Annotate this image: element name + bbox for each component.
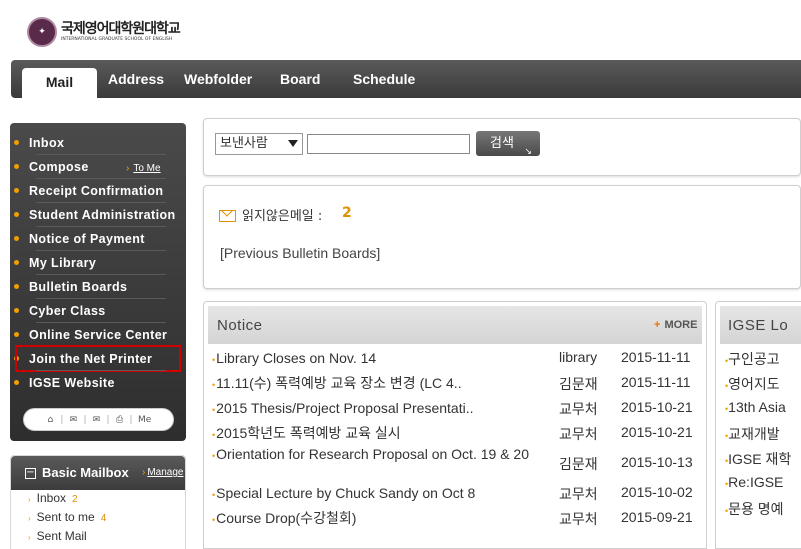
list-item[interactable]: •Re:IGSE <box>725 474 783 490</box>
me-button[interactable]: Me <box>137 415 153 425</box>
tab-schedule[interactable]: Schedule <box>353 68 415 98</box>
search-button[interactable]: 검색 ↘ <box>476 131 540 157</box>
notice-title-link[interactable]: •2015학년도 폭력예방 교육 실시 <box>212 424 552 444</box>
sidebar-item-cyber-class[interactable]: Cyber Class <box>14 301 174 321</box>
bullet-icon <box>14 212 19 218</box>
notice-title-link[interactable]: •11.11(수) 폭력예방 교육 장소 변경 (LC 4.. <box>212 374 552 394</box>
tab-mail[interactable]: Mail <box>22 68 97 98</box>
search-input[interactable] <box>307 134 470 154</box>
list-item[interactable]: •교재개발 <box>725 424 780 444</box>
logo-korean-name: 국제영어대학원대학교 <box>61 21 181 37</box>
arrow-right-icon: › <box>126 163 130 174</box>
search-panel: 보낸사람 검색 ↘ <box>203 118 801 176</box>
unread-count[interactable]: 2 <box>342 205 352 221</box>
bullet-icon <box>14 260 19 266</box>
mailbox-item-sent-to-me[interactable]: › Sent to me 4 <box>28 510 106 524</box>
more-link[interactable]: + MORE <box>654 319 697 331</box>
plus-icon: + <box>654 319 661 331</box>
unread-label: 읽지않은메일 : <box>242 209 323 224</box>
sidebar-item-student-administration[interactable]: Student Administration <box>14 205 175 225</box>
to-me-link[interactable]: › To Me <box>126 163 161 175</box>
sidebar-item-bulletin-boards[interactable]: Bulletin Boards <box>14 277 174 297</box>
sidebar-item-notice-of-payment[interactable]: Notice of Payment <box>14 229 174 249</box>
igse-panel-title: IGSE Lo <box>728 317 789 334</box>
top-navigation: Mail Address Webfolder Board Schedule <box>11 60 801 98</box>
notice-title-link[interactable]: •2015 Thesis/Project Proposal Presentati… <box>212 399 552 419</box>
notice-title-link[interactable]: •Library Closes on Nov. 14 <box>212 349 552 369</box>
list-item[interactable]: •문용 명예 <box>725 499 784 519</box>
bullet-icon: › <box>28 533 31 542</box>
bullet-icon <box>14 332 19 338</box>
bullet-icon <box>14 284 19 290</box>
basic-mailbox: − Basic Mailbox › Manage › Inbox 2 › Sent to… <box>10 455 186 549</box>
igse-logo[interactable]: ✦ 국제영어대학원대학교 INTERNATIONAL GRADUATE SCHO… <box>27 12 181 52</box>
sidebar-item-receipt-confirmation[interactable]: Receipt Confirmation <box>14 181 174 201</box>
mailbox-item-sent-mail[interactable]: › Sent Mail <box>28 529 87 543</box>
home-icon[interactable]: ⌂ <box>44 415 56 425</box>
mail-icon[interactable]: ✉ <box>67 415 79 425</box>
envelope-icon <box>219 210 236 222</box>
sidebar-item-igse-website[interactable]: IGSE Website <box>14 373 174 393</box>
university-seal-icon: ✦ <box>27 17 57 47</box>
igse-panel: IGSE Lo •구인공고 •영어지도 •13th Asia •교재개발 •IG… <box>715 301 801 549</box>
list-item[interactable]: •구인공고 <box>725 349 780 369</box>
search-field-select[interactable]: 보낸사람 <box>215 133 303 155</box>
list-item[interactable]: •영어지도 <box>725 374 780 394</box>
logo-english-name: INTERNATIONAL GRADUATE SCHOOL OF ENGLISH <box>61 37 173 42</box>
notice-title-link[interactable]: •Orientation for Research Proposal on Oc… <box>204 445 544 465</box>
bullet-icon: › <box>28 495 31 504</box>
bullet-icon <box>14 308 19 314</box>
mailbox-title: Basic Mailbox <box>42 465 129 480</box>
chevron-down-icon <box>288 140 298 147</box>
collapse-icon[interactable]: − <box>25 468 36 479</box>
tab-board[interactable]: Board <box>280 68 320 98</box>
mail-open-icon[interactable]: ✉ <box>91 415 103 425</box>
notice-title-link[interactable]: •Course Drop(수강철회) <box>212 509 552 529</box>
manage-link[interactable]: › Manage <box>142 467 183 478</box>
print-icon[interactable]: ⎙ <box>114 415 126 425</box>
highlight-box <box>15 345 181 372</box>
arrow-down-right-icon: ↘ <box>524 147 532 157</box>
notice-title-link[interactable]: •Special Lecture by Chuck Sandy on Oct 8 <box>212 484 552 504</box>
tab-webfolder[interactable]: Webfolder <box>184 68 252 98</box>
sidebar-item-inbox[interactable]: Inbox <box>14 133 174 153</box>
bullet-icon <box>14 164 19 170</box>
sidebar-item-online-service-center[interactable]: Online Service Center <box>14 325 174 345</box>
bullet-icon <box>14 140 19 146</box>
list-item[interactable]: •13th Asia <box>725 399 786 415</box>
notice-panel: Notice + MORE •Library Closes on Nov. 14 … <box>203 301 707 549</box>
tab-address[interactable]: Address <box>108 68 164 98</box>
sidebar-tools: ⌂ | ✉ | ✉ | ⎙ | Me <box>23 408 174 431</box>
previous-bulletin-boards-link[interactable]: [Previous Bulletin Boards] <box>220 245 380 261</box>
mailbox-item-inbox[interactable]: › Inbox 2 <box>28 491 78 505</box>
unread-mail-panel: 읽지않은메일 : 2 [Previous Bulletin Boards] <box>203 185 801 289</box>
notice-title: Notice <box>217 317 263 334</box>
bullet-icon <box>14 380 19 386</box>
list-item[interactable]: •IGSE 재학 <box>725 449 791 469</box>
bullet-icon <box>14 188 19 194</box>
sidebar-item-my-library[interactable]: My Library <box>14 253 174 273</box>
bullet-icon <box>14 236 19 242</box>
bullet-icon: › <box>28 514 31 523</box>
